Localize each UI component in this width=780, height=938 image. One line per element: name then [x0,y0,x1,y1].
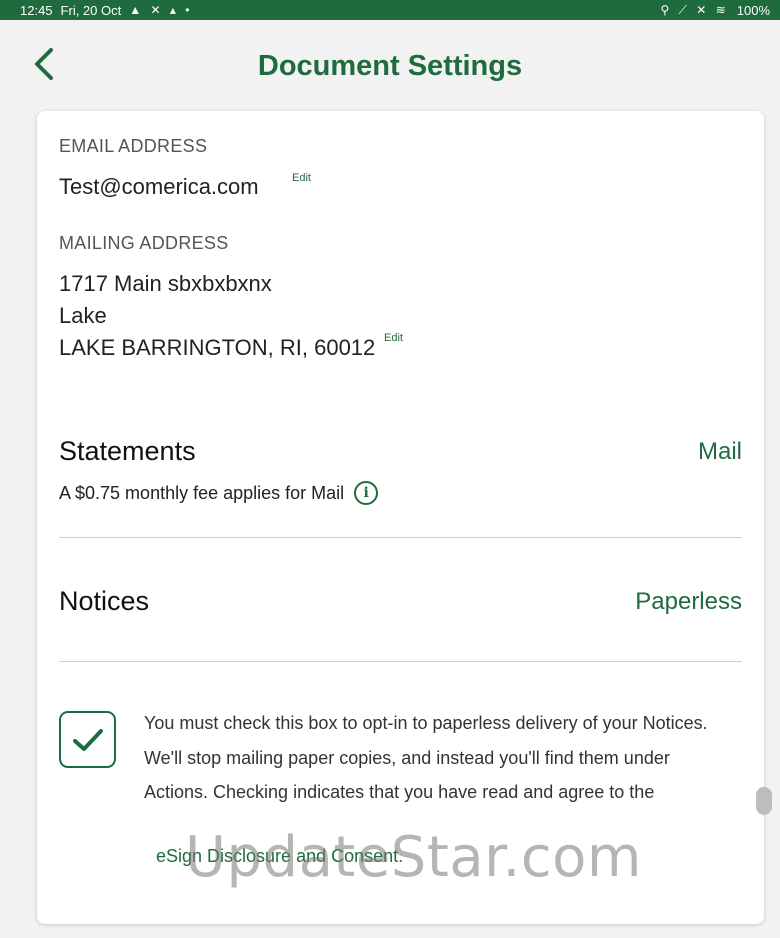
mailing-line1: 1717 Main sbxbxbxnx [59,271,272,296]
paperless-consent-checkbox[interactable] [59,711,116,768]
info-icon[interactable]: i [354,481,379,505]
email-value: Test@comerica.com [59,174,259,199]
status-date: Fri, 20 Oct [60,2,122,18]
page-title: Document Settings [257,50,523,82]
divider [59,661,742,662]
status-bar: 12:45 Fri, 20 Oct ▲ ✕ ▴ • ⚲ ⟋ ✕ ≋ 100% [0,0,780,20]
fee-note-text: A $0.75 monthly fee applies for Mail [59,482,345,503]
status-right: ⚲ ⟋ ✕ ≋ 100% [660,3,770,18]
system-icons: ⚲ ⟋ ✕ ≋ [660,2,729,17]
checkmark-icon [72,728,103,751]
mailing-label: MAILING ADDRESS [59,233,229,253]
notices-value[interactable]: Paperless [635,588,742,616]
mailing-edit-link[interactable]: Edit [384,332,403,344]
consent-text: You must check this box to opt-in to pap… [144,713,708,802]
email-label: EMAIL ADDRESS [59,136,208,156]
email-edit-link[interactable]: Edit [292,172,311,184]
battery-level: 100% [736,2,770,18]
mailing-line3: LAKE BARRINGTON, RI, 60012 [59,335,376,360]
divider [59,537,742,538]
scroll-handle[interactable] [756,787,772,815]
notices-title: Notices [59,586,150,616]
notification-icons: ▲ ✕ ▴ • [129,3,193,17]
settings-card: EMAIL ADDRESS Test@comerica.com Edit MAI… [37,111,772,924]
status-time: 12:45 [20,2,53,18]
statements-fee-note: A $0.75 monthly fee applies for Mail i [59,481,379,505]
statements-title: Statements [59,436,196,466]
statements-value[interactable]: Mail [698,438,742,466]
header: Document Settings [0,20,780,112]
watermark: UpdateStar.com [185,825,642,890]
mailing-line2: Lake [59,303,107,328]
status-left: 12:45 Fri, 20 Oct ▲ ✕ ▴ • [20,3,192,18]
